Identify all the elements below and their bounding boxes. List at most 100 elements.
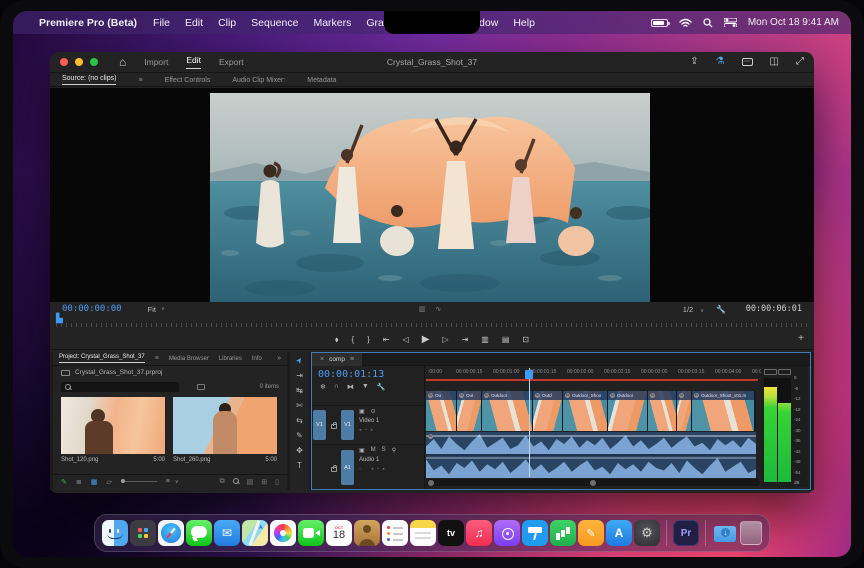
go-to-in-icon[interactable] bbox=[383, 336, 390, 344]
app-menu-title[interactable]: Premiere Pro (Beta) bbox=[39, 17, 137, 29]
insert-icon[interactable] bbox=[481, 336, 489, 344]
track-target-a1[interactable]: A1 bbox=[341, 450, 354, 485]
video-clip[interactable]: fxOutdoor bbox=[482, 391, 532, 431]
mark-in-icon[interactable] bbox=[352, 336, 355, 344]
track-target-v1[interactable]: V1 bbox=[341, 410, 354, 440]
dock-facetime[interactable] bbox=[298, 520, 324, 546]
tab-export[interactable]: Export bbox=[219, 57, 244, 67]
track-name[interactable]: Video 1 bbox=[359, 418, 424, 424]
add-marker-icon[interactable] bbox=[335, 336, 339, 344]
new-item-icon[interactable]: ⊞ bbox=[261, 478, 267, 486]
tab-audio-clip-mixer[interactable]: Audio Clip Mixer: bbox=[232, 77, 285, 84]
dock-messages[interactable] bbox=[186, 520, 212, 546]
video-clip[interactable]: fx bbox=[677, 391, 691, 431]
dock-finder[interactable] bbox=[102, 520, 128, 546]
tab-media-browser[interactable]: Media Browser bbox=[169, 356, 209, 362]
playhead-line[interactable] bbox=[529, 368, 530, 477]
control-center-icon[interactable] bbox=[724, 18, 737, 27]
panel-menu-icon[interactable]: ≡ bbox=[138, 77, 142, 84]
list-view-icon[interactable]: ≣ bbox=[76, 478, 82, 486]
sync-lock-icon[interactable]: ▣ bbox=[359, 408, 365, 415]
filter-bin-icon[interactable] bbox=[197, 384, 205, 390]
feedback-icon[interactable]: ⋯ bbox=[742, 58, 753, 66]
project-breadcrumb[interactable]: Crystal_Grass_Shot_37.prproj bbox=[53, 366, 287, 379]
mute-button[interactable]: M bbox=[371, 447, 376, 454]
tab-effect-controls[interactable]: Effect Controls bbox=[165, 77, 211, 84]
tab-source[interactable]: Source: (no clips) bbox=[62, 75, 116, 85]
tool-selection-icon[interactable] bbox=[296, 356, 303, 365]
tab-project[interactable]: Project: Crystal_Grass_Shot_37 bbox=[59, 354, 145, 363]
delete-icon[interactable]: ▯ bbox=[275, 478, 279, 486]
dock-reminders[interactable] bbox=[382, 520, 408, 546]
beta-beaker-icon[interactable]: ⚗ bbox=[716, 57, 725, 67]
timeline-scrollbar[interactable] bbox=[426, 479, 760, 486]
video-clip[interactable]: fxOut bbox=[457, 391, 481, 431]
tool-razor-icon[interactable] bbox=[296, 401, 303, 410]
sort-icon[interactable]: ≡∨ bbox=[166, 478, 179, 485]
minimize-button[interactable] bbox=[75, 58, 83, 66]
icon-view-icon[interactable]: ▦ bbox=[91, 478, 98, 486]
wifi-icon[interactable] bbox=[679, 18, 692, 28]
new-bin-icon[interactable]: ▤ bbox=[247, 478, 254, 486]
workspace-icon[interactable]: ◫ bbox=[770, 57, 779, 67]
keyframe-nav-icons[interactable]: ◂•▸ bbox=[359, 427, 424, 433]
overwrite-icon[interactable] bbox=[502, 336, 510, 344]
dock-numbers[interactable] bbox=[550, 520, 576, 546]
project-writable-icon[interactable]: ✎ bbox=[61, 478, 67, 486]
video-clip[interactable]: fxOutdoor_Shoo bbox=[563, 391, 607, 431]
menu-sequence[interactable]: Sequence bbox=[251, 17, 298, 29]
home-icon[interactable]: ⌂ bbox=[119, 55, 126, 69]
step-back-icon[interactable] bbox=[403, 336, 409, 344]
dock-premiere-pro[interactable]: Pr bbox=[673, 520, 699, 546]
export-frame-icon[interactable] bbox=[522, 336, 529, 344]
go-to-out-icon[interactable] bbox=[462, 336, 469, 344]
playhead-marker[interactable] bbox=[525, 370, 533, 379]
tab-import[interactable]: Import bbox=[144, 57, 168, 67]
zoom-button[interactable] bbox=[90, 58, 98, 66]
source-mini-ruler[interactable] bbox=[56, 318, 808, 327]
panel-menu-icon[interactable]: ≡ bbox=[155, 355, 159, 362]
tool-type-icon[interactable] bbox=[297, 461, 302, 470]
tab-edit[interactable]: Edit bbox=[186, 55, 201, 69]
dock-podcasts[interactable] bbox=[494, 520, 520, 546]
sync-lock-icon[interactable]: ▣ bbox=[359, 447, 365, 454]
thumbnail-zoom-slider[interactable] bbox=[121, 481, 157, 482]
keyframe-nav-icons[interactable]: ○ ◂•▸ bbox=[359, 466, 424, 472]
nest-toggle-icon[interactable]: ❄ bbox=[320, 383, 326, 391]
tab-metadata[interactable]: Metadata bbox=[307, 77, 336, 84]
tool-slip-icon[interactable] bbox=[296, 416, 303, 425]
battery-icon[interactable] bbox=[651, 19, 668, 27]
snap-icon[interactable]: ∩ bbox=[334, 383, 339, 391]
dock-app-store[interactable]: A bbox=[606, 520, 632, 546]
dock-system-settings[interactable]: ⚙ bbox=[634, 520, 660, 546]
mark-out-icon[interactable] bbox=[367, 336, 370, 344]
track-name[interactable]: Audio 1 bbox=[359, 457, 424, 463]
project-item[interactable]: Shot_120.png 5:00 bbox=[61, 397, 165, 463]
drag-video-audio-icons[interactable]: ▥ ∿ bbox=[419, 305, 445, 313]
dock-downloads[interactable] bbox=[712, 520, 738, 546]
search-input[interactable] bbox=[61, 382, 179, 392]
dock-contacts[interactable] bbox=[354, 520, 380, 546]
step-forward-icon[interactable] bbox=[442, 336, 448, 344]
marker-icon[interactable]: ▼ bbox=[362, 383, 369, 391]
find-icon[interactable] bbox=[233, 478, 239, 484]
dock-notes[interactable] bbox=[410, 520, 436, 546]
clip-thumbnail[interactable] bbox=[173, 397, 277, 454]
dock-mail[interactable]: ✉ bbox=[214, 520, 240, 546]
linked-selection-icon[interactable]: ⧓ bbox=[347, 383, 354, 391]
timeline-settings-wrench-icon[interactable]: 🔧 bbox=[377, 383, 386, 391]
tab-info[interactable]: Info bbox=[252, 356, 262, 362]
tool-pen-icon[interactable] bbox=[296, 431, 303, 440]
dock-tv[interactable]: tv bbox=[438, 520, 464, 546]
playback-resolution-select[interactable]: 1/2 ∨ bbox=[683, 305, 704, 314]
close-button[interactable] bbox=[60, 58, 68, 66]
audio-clip[interactable]: fx bbox=[426, 432, 756, 478]
voiceover-mic-icon[interactable]: ⚲ bbox=[392, 447, 396, 454]
menu-clock[interactable]: Mon Oct 18 9:41 AM bbox=[748, 17, 839, 28]
tool-ripple-edit-icon[interactable] bbox=[296, 386, 303, 395]
menu-edit[interactable]: Edit bbox=[185, 17, 203, 29]
tab-overflow-icon[interactable]: » bbox=[277, 355, 281, 362]
project-item[interactable]: Shot_260.png 5:00 bbox=[173, 397, 277, 463]
clip-name[interactable]: Shot_120.png bbox=[61, 457, 98, 463]
tab-libraries[interactable]: Libraries bbox=[219, 356, 242, 362]
